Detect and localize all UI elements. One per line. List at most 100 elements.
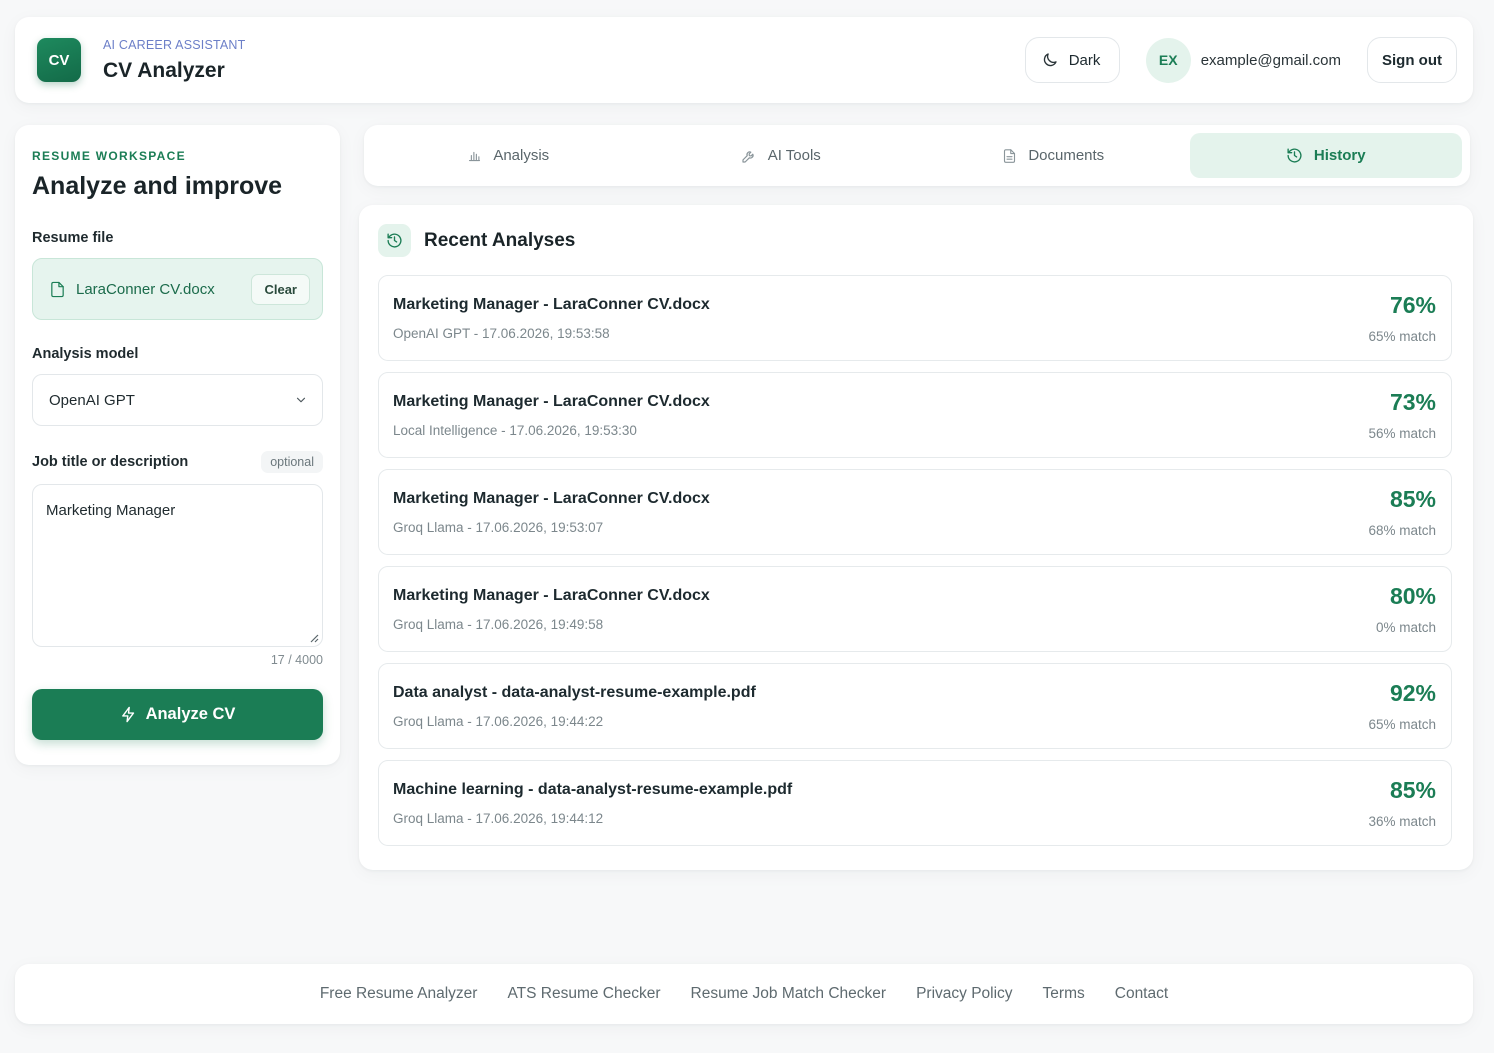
analysis-score: 92%: [1389, 680, 1436, 706]
tab-documents-label: Documents: [1028, 147, 1105, 164]
app-logo: CV: [37, 38, 81, 82]
analysis-score: 73%: [1389, 389, 1436, 415]
tab-history[interactable]: History: [1189, 133, 1462, 178]
footer-link-resume-job-match-checker[interactable]: Resume Job Match Checker: [691, 985, 887, 1003]
analysis-row[interactable]: Data analyst - data-analyst-resume-examp…: [378, 663, 1452, 749]
character-count: 17 / 4000: [270, 653, 323, 667]
analysis-info: Data analyst - data-analyst-resume-examp…: [393, 684, 1368, 729]
main-tabs: Analysis AI Tools Documents History: [364, 125, 1470, 186]
analysis-score: 76%: [1389, 292, 1436, 318]
resume-file-box[interactable]: LaraConner CV.docx Clear: [32, 258, 323, 320]
history-icon: [1287, 148, 1302, 163]
file-icon: [51, 281, 64, 297]
analysis-row[interactable]: Marketing Manager - LaraConner CV.docx G…: [378, 469, 1452, 555]
wrench-icon: [742, 150, 754, 163]
brand: AI CAREER ASSISTANT CV Analyzer: [103, 38, 246, 83]
footer-link-contact[interactable]: Contact: [1115, 985, 1168, 1003]
analysis-meta: Groq Llama - 17.06.2026, 19:44:22: [393, 713, 604, 729]
analysis-match: 36% match: [1368, 814, 1436, 829]
footer-link-terms[interactable]: Terms: [1043, 985, 1085, 1003]
lightning-icon: [121, 706, 134, 723]
resize-handle-icon[interactable]: [309, 633, 319, 643]
analysis-title: Marketing Manager - LaraConner CV.docx: [393, 392, 710, 410]
analysis-info: Machine learning - data-analyst-resume-e…: [393, 781, 1368, 826]
analysis-scores: 80% 0% match: [1376, 583, 1436, 635]
analysis-match: 68% match: [1368, 523, 1436, 538]
sign-out-button[interactable]: Sign out: [1367, 37, 1457, 83]
analysis-scores: 76% 65% match: [1368, 292, 1436, 344]
analysis-title: Data analyst - data-analyst-resume-examp…: [393, 683, 756, 701]
theme-toggle-label: Dark: [1068, 51, 1101, 69]
analysis-match: 65% match: [1368, 329, 1436, 344]
analysis-scores: 73% 56% match: [1368, 389, 1436, 441]
job-description-label: Job title or description: [32, 454, 189, 470]
analysis-title: Marketing Manager - LaraConner CV.docx: [393, 295, 710, 313]
analysis-scores: 85% 36% match: [1368, 777, 1436, 829]
bar-chart-icon: [469, 151, 481, 162]
job-description-value: Marketing Manager: [46, 502, 176, 519]
document-icon: [1004, 148, 1016, 163]
user-email: example@gmail.com: [1200, 51, 1341, 69]
recent-analyses-panel: Recent Analyses Marketing Manager - Lara…: [359, 205, 1473, 870]
footer-link-privacy-policy[interactable]: Privacy Policy: [916, 985, 1012, 1003]
analyses-list: Marketing Manager - LaraConner CV.docx O…: [378, 275, 1452, 846]
analysis-meta: OpenAI GPT - 17.06.2026, 19:53:58: [393, 325, 610, 341]
tab-ai-tools[interactable]: AI Tools: [645, 133, 918, 178]
analysis-meta: Local Intelligence - 17.06.2026, 19:53:3…: [393, 422, 637, 438]
analysis-row[interactable]: Marketing Manager - LaraConner CV.docx G…: [378, 566, 1452, 652]
job-description-label-row: Job title or description optional: [32, 451, 323, 473]
recent-analyses-title: Recent Analyses: [424, 229, 576, 251]
analysis-info: Marketing Manager - LaraConner CV.docx L…: [393, 393, 1368, 438]
analysis-meta: Groq Llama - 17.06.2026, 19:53:07: [393, 519, 604, 535]
analysis-title: Machine learning - data-analyst-resume-e…: [393, 780, 793, 798]
tab-ai-tools-label: AI Tools: [767, 147, 821, 164]
analysis-info: Marketing Manager - LaraConner CV.docx G…: [393, 490, 1368, 535]
app-header: CV AI CAREER ASSISTANT CV Analyzer Dark …: [15, 17, 1473, 103]
analysis-match: 56% match: [1368, 426, 1436, 441]
analyze-cv-label: Analyze CV: [145, 705, 236, 723]
analysis-match: 0% match: [1375, 620, 1436, 635]
analysis-row[interactable]: Marketing Manager - LaraConner CV.docx L…: [378, 372, 1452, 458]
analysis-title: Marketing Manager - LaraConner CV.docx: [393, 489, 710, 507]
header-actions: Dark EX example@gmail.com Sign out: [1024, 37, 1457, 83]
brand-subtitle: AI CAREER ASSISTANT: [103, 37, 246, 52]
tab-analysis[interactable]: Analysis: [372, 133, 645, 178]
analyze-cv-button[interactable]: Analyze CV: [32, 689, 323, 740]
workspace-title: Analyze and improve: [32, 172, 283, 200]
footer-link-free-resume-analyzer[interactable]: Free Resume Analyzer: [320, 985, 478, 1003]
resume-file-name: LaraConner CV.docx: [76, 280, 215, 298]
chevron-down-icon: [296, 397, 306, 403]
analysis-model-select[interactable]: OpenAI GPT: [32, 374, 323, 426]
footer-link-ats-resume-checker[interactable]: ATS Resume Checker: [507, 985, 660, 1003]
tab-documents[interactable]: Documents: [917, 133, 1190, 178]
analysis-model-label: Analysis model: [32, 346, 139, 362]
user-avatar[interactable]: EX: [1145, 37, 1191, 83]
resume-workspace-panel: RESUME WORKSPACE Analyze and improve Res…: [15, 125, 340, 765]
page-footer: Free Resume Analyzer ATS Resume Checker …: [15, 964, 1473, 1024]
theme-toggle-button[interactable]: Dark: [1024, 37, 1120, 83]
analysis-info: Marketing Manager - LaraConner CV.docx O…: [393, 296, 1368, 341]
analysis-meta: Groq Llama - 17.06.2026, 19:44:12: [393, 810, 604, 826]
clear-file-button[interactable]: Clear: [251, 273, 310, 305]
optional-badge: optional: [261, 451, 323, 473]
tab-analysis-label: Analysis: [493, 147, 550, 164]
analysis-row[interactable]: Marketing Manager - LaraConner CV.docx O…: [378, 275, 1452, 361]
analysis-score: 85%: [1389, 777, 1436, 803]
analysis-meta: Groq Llama - 17.06.2026, 19:49:58: [393, 616, 604, 632]
workspace-eyebrow: RESUME WORKSPACE: [32, 149, 186, 163]
resume-file-label: Resume file: [32, 230, 114, 246]
history-icon: [378, 224, 411, 257]
recent-analyses-header: Recent Analyses: [378, 224, 1452, 257]
analysis-title: Marketing Manager - LaraConner CV.docx: [393, 586, 710, 604]
analysis-scores: 92% 65% match: [1368, 680, 1436, 732]
analysis-row[interactable]: Machine learning - data-analyst-resume-e…: [378, 760, 1452, 846]
app-title: CV Analyzer: [103, 58, 225, 82]
analysis-score: 80%: [1389, 583, 1436, 609]
analysis-match: 65% match: [1368, 717, 1436, 732]
analysis-info: Marketing Manager - LaraConner CV.docx G…: [393, 587, 1376, 632]
job-description-textarea[interactable]: Marketing Manager: [32, 484, 323, 647]
tab-history-label: History: [1313, 147, 1366, 164]
moon-icon: [1043, 53, 1057, 67]
analysis-score: 85%: [1389, 486, 1436, 512]
analysis-model-value: OpenAI GPT: [49, 391, 135, 409]
